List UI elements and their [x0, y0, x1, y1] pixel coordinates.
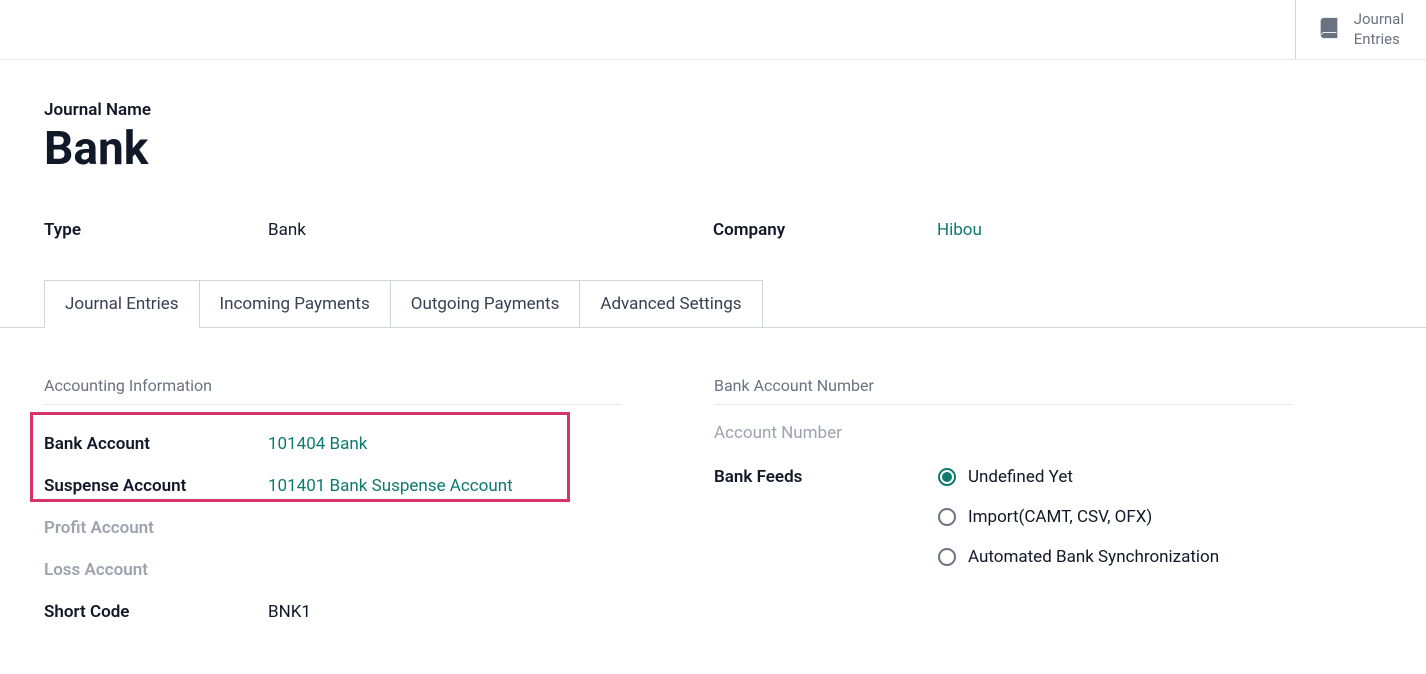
profit-account-row: Profit Account [44, 507, 714, 549]
suspense-account-label: Suspense Account [44, 476, 268, 496]
loss-account-label: Loss Account [44, 560, 268, 580]
bank-feeds-label: Bank Feeds [714, 465, 938, 487]
bank-feeds-radio-group: Undefined Yet Import(CAMT, CSV, OFX) Aut… [938, 465, 1219, 567]
radio-unselected-icon [938, 548, 956, 566]
form-content: Journal Name Bank Type Bank Company Hibo… [0, 60, 1426, 633]
short-code-label: Short Code [44, 602, 268, 622]
radio-unselected-icon [938, 508, 956, 526]
short-code-row: Short Code BNK1 [44, 591, 714, 633]
bank-account-label: Bank Account [44, 434, 268, 454]
suspense-account-row: Suspense Account 101401 Bank Suspense Ac… [44, 465, 714, 507]
left-column: Accounting Information Bank Account 1014… [44, 376, 714, 633]
header-fields-row: Type Bank Company Hibou [44, 220, 1382, 240]
bank-feeds-row: Bank Feeds Undefined Yet Import(CAMT, CS… [714, 465, 1382, 567]
radio-label: Undefined Yet [968, 467, 1073, 487]
tab-incoming-payments[interactable]: Incoming Payments [199, 280, 391, 327]
top-toolbar: Journal Entries [0, 0, 1426, 60]
profit-account-label: Profit Account [44, 518, 268, 538]
radio-auto-sync[interactable]: Automated Bank Synchronization [938, 547, 1219, 567]
company-value[interactable]: Hibou [937, 220, 982, 240]
tab-content: Accounting Information Bank Account 1014… [44, 328, 1382, 633]
tab-outgoing-payments[interactable]: Outgoing Payments [390, 280, 581, 327]
bank-account-number-header: Bank Account Number [714, 376, 1292, 405]
journal-name-value[interactable]: Bank [44, 122, 1382, 176]
radio-import[interactable]: Import(CAMT, CSV, OFX) [938, 507, 1219, 527]
bank-account-value[interactable]: 101404 Bank [268, 434, 367, 454]
journal-name-label: Journal Name [44, 100, 1382, 120]
loss-account-row: Loss Account [44, 549, 714, 591]
accounting-info-header: Accounting Information [44, 376, 622, 405]
field-group: Bank Account 101404 Bank Suspense Accoun… [44, 423, 714, 633]
type-value[interactable]: Bank [268, 220, 306, 240]
radio-undefined-yet[interactable]: Undefined Yet [938, 467, 1219, 487]
bank-account-row: Bank Account 101404 Bank [44, 423, 714, 465]
radio-selected-icon [938, 468, 956, 486]
account-number-label[interactable]: Account Number [714, 423, 1382, 443]
suspense-account-value[interactable]: 101401 Bank Suspense Account [268, 476, 513, 496]
type-label: Type [44, 220, 268, 240]
tabs: Journal Entries Incoming Payments Outgoi… [0, 280, 1426, 328]
right-column: Bank Account Number Account Number Bank … [714, 376, 1382, 633]
journal-entries-stat-button[interactable]: Journal Entries [1295, 0, 1426, 59]
company-label: Company [713, 220, 937, 240]
tab-advanced-settings[interactable]: Advanced Settings [579, 280, 762, 327]
book-icon [1318, 17, 1340, 43]
tab-journal-entries[interactable]: Journal Entries [44, 280, 200, 328]
radio-label: Automated Bank Synchronization [968, 547, 1219, 567]
radio-label: Import(CAMT, CSV, OFX) [968, 507, 1152, 527]
stat-button-label: Journal Entries [1354, 10, 1404, 49]
short-code-value[interactable]: BNK1 [268, 602, 311, 622]
